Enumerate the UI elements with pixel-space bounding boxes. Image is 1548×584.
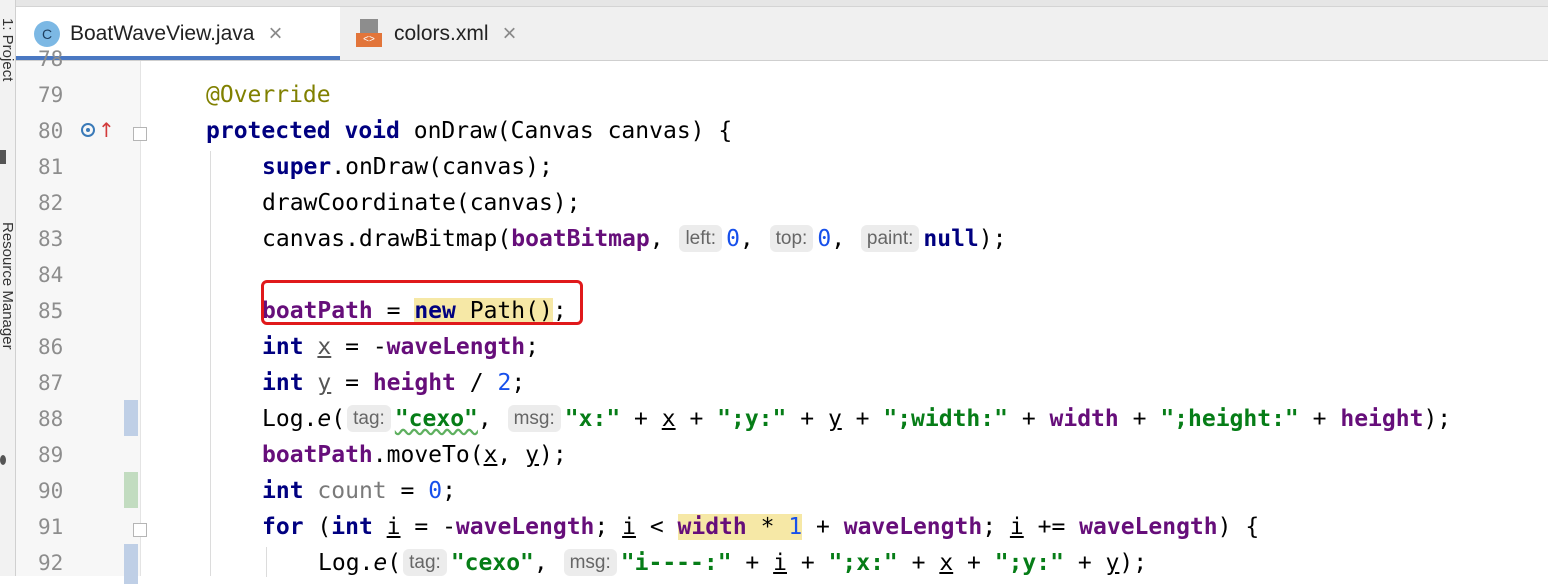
code-text: protected void onDraw(Canvas canvas) { xyxy=(206,118,733,144)
line-number: 78 xyxy=(38,47,64,71)
line-number: 81 xyxy=(38,155,64,179)
param-hint: msg: xyxy=(507,405,561,432)
code-line: 88 Log.e(tag: "cexo", msg: "x:" + x + ";y:… xyxy=(16,401,1548,437)
code-line: 87 int y = height / 2; xyxy=(16,365,1548,401)
param-hint: left: xyxy=(679,225,723,252)
code-text: drawCoordinate(canvas); xyxy=(262,190,581,216)
code-line: 80 ↑ protected void onDraw(Canvas canvas… xyxy=(16,113,1548,149)
code-text: @Override xyxy=(206,82,331,108)
line-number: 87 xyxy=(38,371,64,395)
param-hint: tag: xyxy=(347,405,391,432)
code-line: 82 drawCoordinate(canvas); xyxy=(16,185,1548,221)
tool-window-strip: 1: Project Resource Manager xyxy=(0,0,16,576)
code-line: 81 super.onDraw(canvas); xyxy=(16,149,1548,185)
param-hint: msg: xyxy=(563,549,617,576)
resource-manager-tool-button[interactable]: Resource Manager xyxy=(0,222,16,350)
overrides-method-icon[interactable] xyxy=(81,123,95,137)
param-hint: top: xyxy=(769,225,814,252)
code-text: int x = -waveLength; xyxy=(262,334,540,360)
code-line: 85 boatPath = new Path(); xyxy=(16,293,1548,329)
code-line: 84 xyxy=(16,257,1548,293)
code-line: 86 int x = -waveLength; xyxy=(16,329,1548,365)
code-line: 89 boatPath.moveTo(x, y); xyxy=(16,437,1548,473)
param-hint: paint: xyxy=(860,225,920,252)
code-text: Log.e(tag: "cexo", msg: "x:" + x + ";y:" +… xyxy=(262,405,1452,432)
line-number: 88 xyxy=(38,407,64,431)
line-number: 90 xyxy=(38,479,64,503)
code-editor[interactable]: 78 79 @Override 80 ↑ protected void onDr… xyxy=(16,47,1548,584)
code-text: int y = height / 2; xyxy=(262,370,526,396)
line-number: 86 xyxy=(38,335,64,359)
tool-window-marker xyxy=(0,455,6,465)
code-line: 83 canvas.drawBitmap(boatBitmap, left: 0,… xyxy=(16,221,1548,257)
arrow-up-icon[interactable]: ↑ xyxy=(98,117,115,143)
line-number: 85 xyxy=(38,299,64,323)
code-line: 79 @Override xyxy=(16,77,1548,113)
project-tool-button[interactable]: 1: Project xyxy=(0,18,16,81)
code-line: 91 for (int i = -waveLength; i < width *… xyxy=(16,509,1548,545)
code-text: super.onDraw(canvas); xyxy=(262,154,553,180)
line-number: 89 xyxy=(38,443,64,467)
code-text: for (int i = -waveLength; i < width * 1 … xyxy=(262,514,1260,540)
line-number: 91 xyxy=(38,515,64,539)
highlight-box xyxy=(261,280,583,325)
line-number: 84 xyxy=(38,263,64,287)
param-hint: tag: xyxy=(403,549,447,576)
code-line: 78 xyxy=(16,41,1548,77)
tab-bar-top-strip xyxy=(16,0,1548,7)
line-number: 83 xyxy=(38,227,64,251)
code-text: int count = 0; xyxy=(262,478,456,504)
tool-window-marker xyxy=(0,150,6,164)
line-number: 79 xyxy=(38,83,64,107)
code-text: boatPath.moveTo(x, y); xyxy=(262,442,567,468)
code-text: canvas.drawBitmap(boatBitmap, left: 0, to… xyxy=(262,225,1007,252)
line-number: 82 xyxy=(38,191,64,215)
code-line: 90 int count = 0; xyxy=(16,473,1548,509)
